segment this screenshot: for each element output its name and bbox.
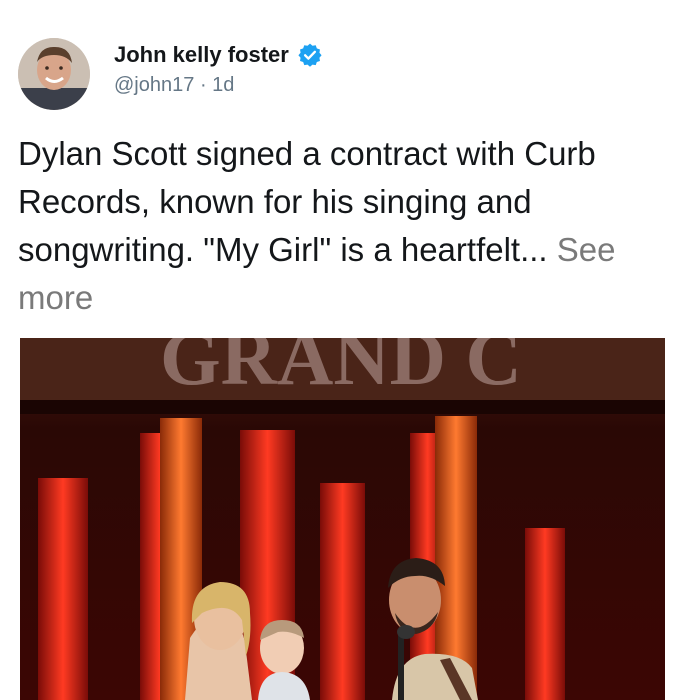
verified-badge-icon [297, 42, 323, 68]
author-display-name[interactable]: John kelly foster [114, 42, 289, 68]
avatar-image [18, 38, 90, 110]
tweet-header: John kelly foster @john17 · 1d [18, 36, 678, 110]
grand-ole-opry-sign: GRAND C [160, 338, 522, 401]
tweet-text: Dylan Scott signed a contract with Curb … [18, 135, 596, 268]
author-info: John kelly foster @john17 · 1d [114, 40, 323, 97]
stage-performance-photo: GRAND C [20, 338, 665, 700]
meta-separator: · [199, 74, 207, 96]
tweet-media[interactable]: GRAND C [20, 338, 665, 700]
tweet-body: Dylan Scott signed a contract with Curb … [18, 130, 682, 322]
author-meta: @john17 · 1d [114, 74, 323, 97]
user-avatar[interactable] [18, 38, 90, 110]
tweet-timestamp[interactable]: 1d [212, 74, 234, 96]
author-handle[interactable]: @john17 [114, 74, 194, 96]
